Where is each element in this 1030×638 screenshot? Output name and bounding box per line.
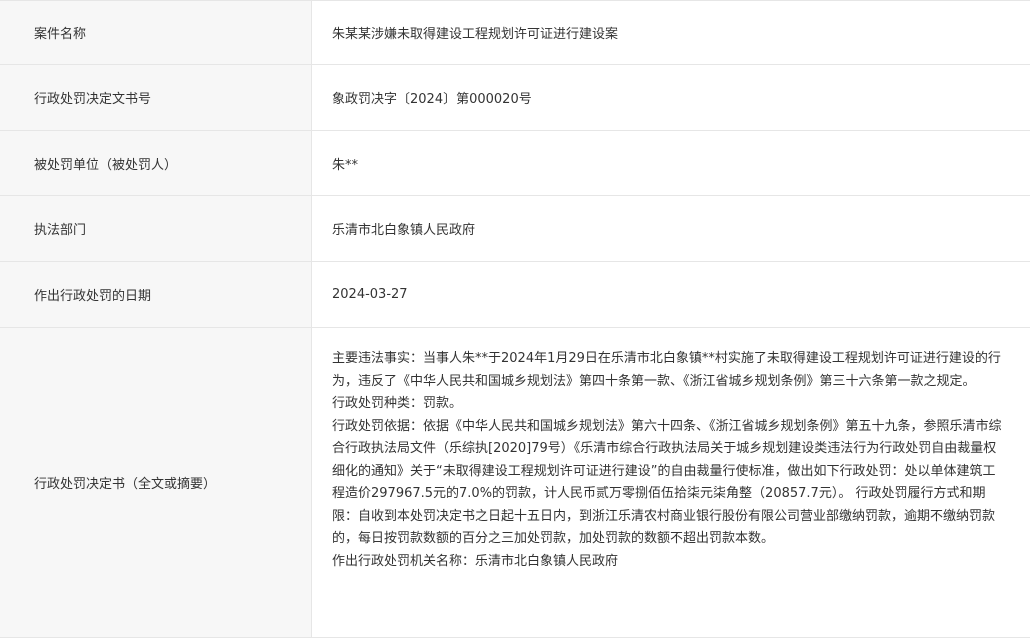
decision-authority: 作出行政处罚机关名称：乐清市北白象镇人民政府 — [332, 553, 619, 569]
decision-text: 主要违法事实：当事人朱**于2024年1月29日在乐清市北白象镇**村实施了未取… — [312, 328, 1030, 637]
row-penalized-party: 被处罚单位（被处罚人） 朱** — [0, 131, 1030, 196]
row-decision-date: 作出行政处罚的日期 2024-03-27 — [0, 262, 1030, 328]
value-decision-date: 2024-03-27 — [332, 287, 408, 302]
row-decision-document: 行政处罚决定书（全文或摘要） 主要违法事实：当事人朱**于2024年1月29日在… — [0, 328, 1030, 638]
value-case-name: 朱某某涉嫌未取得建设工程规划许可证进行建设案 — [332, 27, 619, 42]
value-enforcement-department: 乐清市北白象镇人民政府 — [332, 223, 476, 238]
value-penalized-party: 朱** — [332, 157, 359, 173]
penalty-info-table: 案件名称 朱某某涉嫌未取得建设工程规划许可证进行建设案 行政处罚决定文书号 象政… — [0, 0, 1030, 638]
value-document-number: 象政罚决字〔2024〕第000020号 — [332, 92, 532, 107]
label-penalized-party: 被处罚单位（被处罚人） — [0, 131, 312, 195]
row-enforcement-department: 执法部门 乐清市北白象镇人民政府 — [0, 196, 1030, 262]
label-document-number: 行政处罚决定文书号 — [0, 65, 312, 130]
decision-penalty-type: 行政处罚种类：罚款。 — [332, 396, 463, 411]
row-case-name: 案件名称 朱某某涉嫌未取得建设工程规划许可证进行建设案 — [0, 1, 1030, 65]
label-case-name: 案件名称 — [0, 1, 312, 64]
row-document-number: 行政处罚决定文书号 象政罚决字〔2024〕第000020号 — [0, 65, 1030, 131]
label-decision-document: 行政处罚决定书（全文或摘要） — [0, 328, 312, 637]
decision-basis: 行政处罚依据：依据《中华人民共和国城乡规划法》第六十四条、《浙江省城乡规划条例》… — [332, 418, 1002, 547]
label-enforcement-department: 执法部门 — [0, 196, 312, 261]
label-decision-date: 作出行政处罚的日期 — [0, 262, 312, 327]
decision-facts: 主要违法事实：当事人朱**于2024年1月29日在乐清市北白象镇**村实施了未取… — [332, 351, 1001, 389]
